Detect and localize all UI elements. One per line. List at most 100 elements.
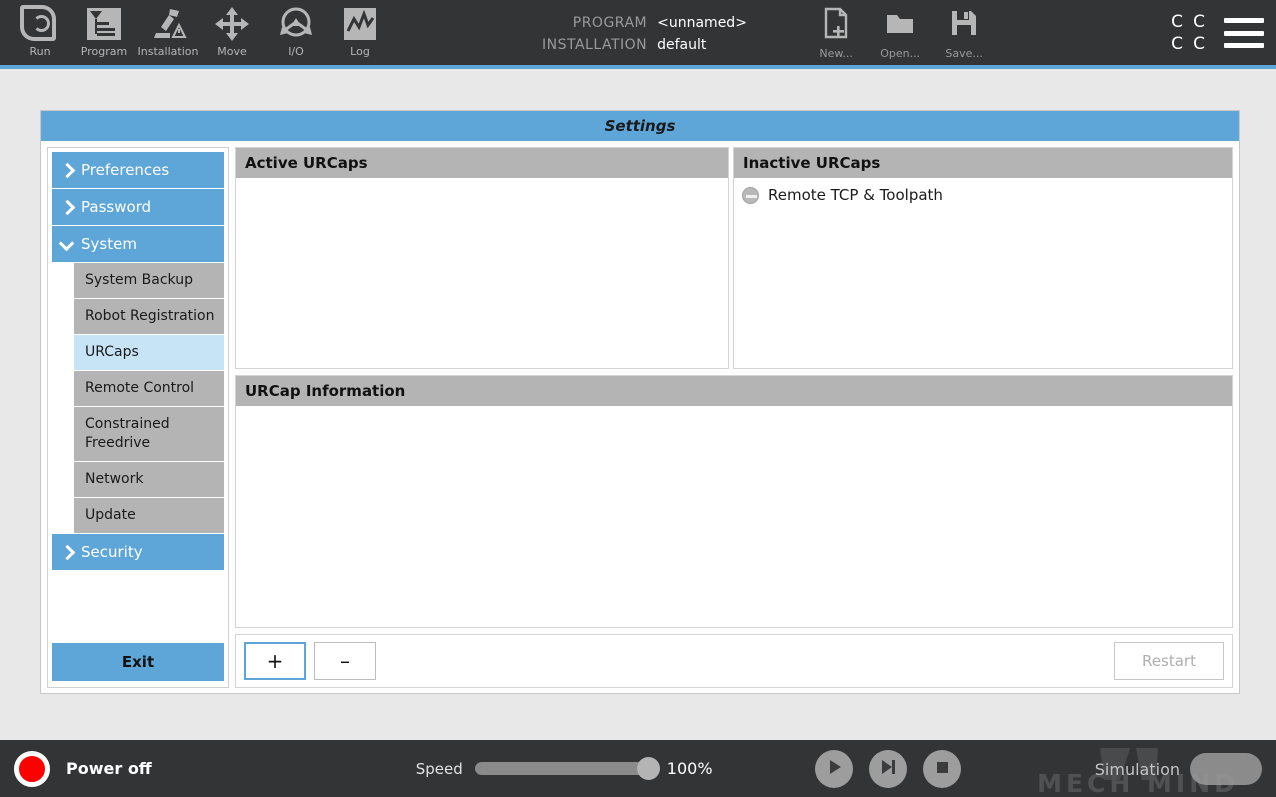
hamburger-bar-1 [1224, 18, 1264, 23]
sidebar-item-security[interactable]: Security [52, 534, 224, 570]
urcap-information-panel: URCap Information [235, 375, 1233, 628]
sidebar-label-system: System [81, 235, 137, 253]
installation-robot-icon [148, 5, 188, 43]
nav-item-io[interactable]: I/O [264, 0, 328, 58]
lang-cell-4: C [1193, 34, 1205, 54]
installation-row: INSTALLATION default [542, 34, 762, 56]
settings-window: Settings Preferences Password System Sys… [40, 110, 1240, 694]
power-status-label: Power off [66, 759, 152, 778]
nav-label-run: Run [29, 45, 51, 58]
sidebar-item-system[interactable]: System [52, 226, 224, 262]
stop-button[interactable] [922, 749, 961, 788]
new-label: New... [819, 47, 853, 60]
active-urcaps-header: Active URCaps [236, 148, 728, 178]
nav-label-log: Log [350, 45, 370, 58]
simulation-toggle[interactable] [1190, 753, 1262, 785]
save-button[interactable]: Save... [932, 6, 996, 60]
language-indicator[interactable]: C C C C [1166, 12, 1210, 54]
open-button[interactable]: Open... [868, 6, 932, 60]
speed-slider-thumb[interactable] [636, 757, 660, 780]
sidebar-label-password: Password [81, 198, 152, 216]
hamburger-bar-2 [1224, 30, 1264, 36]
top-toolbar: Run Program Installation Move I/O Log PR… [0, 0, 1276, 65]
move-arrows-icon [212, 5, 252, 43]
stop-icon [932, 757, 952, 781]
speed-value: 100% [666, 759, 713, 778]
nav-label-installation: Installation [137, 45, 199, 58]
hamburger-bar-3 [1224, 43, 1264, 48]
sidebar-item-update[interactable]: Update [74, 498, 224, 533]
installation-value: default [657, 37, 707, 53]
inactive-urcaps-header: Inactive URCaps [734, 148, 1232, 178]
status-bar: Power off Speed 100% MECH MIND Simulatio… [0, 740, 1276, 797]
sidebar-item-robot-registration[interactable]: Robot Registration [74, 299, 224, 334]
lang-cell-3: C [1171, 34, 1183, 54]
add-urcap-button[interactable]: + [244, 642, 306, 680]
urcaps-button-bar: + – Restart [235, 634, 1233, 688]
main-nav: Run Program Installation Move I/O Log [0, 0, 392, 58]
nav-item-installation[interactable]: Installation [136, 0, 200, 58]
ur-logo-icon [20, 5, 60, 43]
step-button[interactable] [868, 749, 907, 788]
hamburger-menu-icon[interactable] [1224, 18, 1264, 48]
sidebar-item-preferences[interactable]: Preferences [52, 152, 224, 188]
nav-label-io: I/O [288, 45, 304, 58]
restart-button[interactable]: Restart [1114, 642, 1224, 680]
step-forward-icon [878, 757, 898, 781]
lang-cell-2: C [1193, 12, 1205, 32]
urcap-information-header: URCap Information [236, 376, 1232, 406]
open-label: Open... [880, 47, 921, 60]
chevron-right-icon [60, 164, 73, 177]
sidebar-item-password[interactable]: Password [52, 189, 224, 225]
nav-label-program: Program [80, 45, 128, 58]
topbar-accent-divider [0, 65, 1276, 69]
inactive-urcaps-panel: Inactive URCaps Remote TCP & Toolpath [733, 147, 1233, 369]
simulation-control: Simulation [1095, 753, 1262, 785]
open-folder-icon [883, 6, 917, 44]
new-file-icon [819, 6, 853, 44]
inactive-urcaps-list[interactable]: Remote TCP & Toolpath [734, 178, 1232, 368]
speed-label: Speed [415, 759, 463, 778]
file-actions: New... Open... Save... [804, 0, 996, 60]
urcaps-content: Active URCaps Inactive URCaps Remote TCP… [235, 147, 1233, 688]
sidebar-item-remote-control[interactable]: Remote Control [74, 371, 224, 406]
new-button[interactable]: New... [804, 6, 868, 60]
settings-body: Preferences Password System System Backu… [41, 141, 1239, 694]
log-graph-icon [340, 5, 380, 43]
chevron-right-icon [60, 201, 73, 214]
sidebar-label-preferences: Preferences [81, 161, 170, 179]
play-button[interactable] [814, 749, 853, 788]
save-floppy-icon [947, 6, 981, 44]
program-info: PROGRAM <unnamed> INSTALLATION default [542, 0, 762, 56]
active-urcaps-list[interactable] [236, 178, 728, 368]
sidebar-label-security: Security [81, 543, 143, 561]
power-button[interactable]: Power off [14, 750, 152, 787]
power-status-indicator [14, 750, 50, 787]
program-icon [84, 5, 124, 43]
sidebar-item-system-backup[interactable]: System Backup [74, 263, 224, 298]
nav-item-move[interactable]: Move [200, 0, 264, 58]
transport-controls [814, 749, 961, 788]
list-item[interactable]: Remote TCP & Toolpath [738, 184, 1228, 206]
chevron-down-icon [60, 238, 73, 251]
save-label: Save... [945, 47, 983, 60]
installation-key: INSTALLATION [542, 37, 648, 53]
sidebar-item-constrained-freedrive[interactable]: Constrained Freedrive [74, 407, 224, 461]
speed-control: Speed 100% [415, 757, 713, 780]
sidebar-item-urcaps[interactable]: URCaps [74, 335, 224, 370]
disabled-minus-icon [742, 186, 759, 204]
io-icon [276, 5, 316, 43]
page-title: Settings [41, 111, 1239, 141]
nav-item-program[interactable]: Program [72, 0, 136, 58]
program-row: PROGRAM <unnamed> [542, 12, 762, 34]
sidebar-item-network[interactable]: Network [74, 462, 224, 497]
nav-item-log[interactable]: Log [328, 0, 392, 58]
remove-urcap-button[interactable]: – [314, 642, 376, 680]
urcaps-lists-row: Active URCaps Inactive URCaps Remote TCP… [235, 147, 1233, 369]
nav-item-run[interactable]: Run [8, 0, 72, 58]
exit-button[interactable]: Exit [52, 643, 224, 681]
simulation-label: Simulation [1094, 759, 1180, 779]
speed-slider[interactable] [474, 757, 660, 780]
chevron-right-icon [60, 546, 73, 559]
